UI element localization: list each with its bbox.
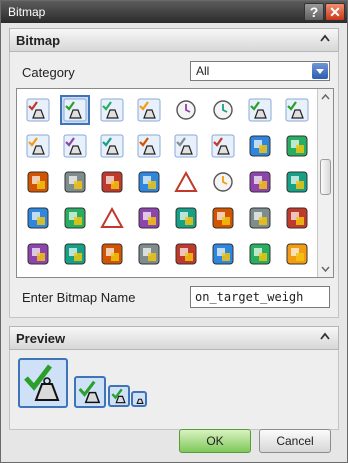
scroll-thumb[interactable] (320, 159, 331, 195)
clock-icon[interactable] (171, 95, 201, 125)
blue-boxes-icon[interactable] (60, 203, 90, 233)
help-icon[interactable]: ? (304, 3, 324, 21)
preview-medium-icon (74, 376, 106, 408)
preview-panel (9, 350, 339, 430)
open-box-icon[interactable] (208, 239, 238, 269)
preview-tiny-icon (131, 391, 147, 407)
red-triangle-icon[interactable] (171, 167, 201, 197)
minus-weight-icon[interactable] (134, 95, 164, 125)
window-title: Bitmap (8, 5, 46, 19)
title-bar[interactable]: Bitmap ? ✕ (1, 1, 347, 23)
house-icon[interactable] (134, 167, 164, 197)
bitmap-section-header[interactable]: Bitmap (9, 28, 339, 52)
red-box-weight-icon[interactable] (134, 131, 164, 161)
collapse-icon[interactable] (318, 330, 332, 344)
person-portrait-icon[interactable] (23, 167, 53, 197)
category-value: All (196, 64, 210, 78)
red-triangle-box-icon[interactable] (97, 203, 127, 233)
question-weight-icon[interactable] (60, 131, 90, 161)
check-weight-icon[interactable] (60, 95, 90, 125)
magnifier-weight-icon[interactable] (171, 131, 201, 161)
bitmap-section-title: Bitmap (16, 33, 61, 48)
boxes-arrow-icon[interactable] (171, 239, 201, 269)
bitmap-name-label: Enter Bitmap Name (22, 290, 136, 305)
person-box-icon[interactable] (245, 131, 275, 161)
red-boxes-icon[interactable] (245, 167, 275, 197)
plus-weight-icon[interactable] (97, 95, 127, 125)
category-label: Category (22, 65, 75, 80)
scroll-up-icon[interactable] (319, 91, 332, 104)
orange-boxes-icon[interactable] (245, 203, 275, 233)
magnifier-box-icon[interactable] (134, 203, 164, 233)
person-card-icon[interactable] (282, 131, 312, 161)
scroll-down-icon[interactable] (319, 262, 332, 275)
category-select[interactable]: All (190, 61, 330, 81)
clock-weight-icon[interactable] (97, 131, 127, 161)
box-weight-icon[interactable] (208, 131, 238, 161)
dark-boxes-icon[interactable] (282, 167, 312, 197)
gear-yellow-icon[interactable] (282, 203, 312, 233)
document-red-icon[interactable] (60, 239, 90, 269)
preview-small-icon (108, 385, 130, 407)
flag-person-icon[interactable] (60, 167, 90, 197)
blue-box-icon[interactable] (245, 239, 275, 269)
bitmap-icon-grid[interactable] (16, 88, 334, 278)
gear-boxes-icon[interactable] (171, 203, 201, 233)
preview-large-icon (18, 358, 68, 408)
bitmap-dialog: Bitmap ? ✕ Bitmap Category All Enter Bit… (0, 0, 348, 463)
preview-section-header[interactable]: Preview (9, 326, 339, 350)
red-ball-weight-icon[interactable] (23, 131, 53, 161)
checkered-flag-icon[interactable] (245, 95, 275, 125)
ok-button[interactable]: OK (179, 429, 251, 453)
boxes-stack-icon[interactable] (134, 239, 164, 269)
yellow-boxes-icon[interactable] (208, 203, 238, 233)
letter-b-weight-icon[interactable] (23, 95, 53, 125)
box-orange-icon[interactable] (282, 239, 312, 269)
green-blocks-icon[interactable] (23, 203, 53, 233)
grid-scrollbar[interactable] (317, 89, 333, 277)
color-clock-icon[interactable] (208, 95, 238, 125)
check-clock-icon[interactable] (282, 95, 312, 125)
globe-icon[interactable] (97, 167, 127, 197)
collapse-icon[interactable] (318, 32, 332, 46)
document-grid-icon[interactable] (23, 239, 53, 269)
bitmap-name-input[interactable]: on_target_weigh (190, 286, 330, 308)
clock-triangle-icon[interactable] (208, 167, 238, 197)
close-icon[interactable]: ✕ (325, 3, 345, 21)
cancel-button[interactable]: Cancel (259, 429, 331, 453)
chevron-down-icon[interactable] (312, 63, 328, 79)
preview-section-title: Preview (16, 331, 66, 346)
layers-icon[interactable] (97, 239, 127, 269)
bitmap-panel: Category All Enter Bitmap Name on_target… (9, 52, 339, 318)
